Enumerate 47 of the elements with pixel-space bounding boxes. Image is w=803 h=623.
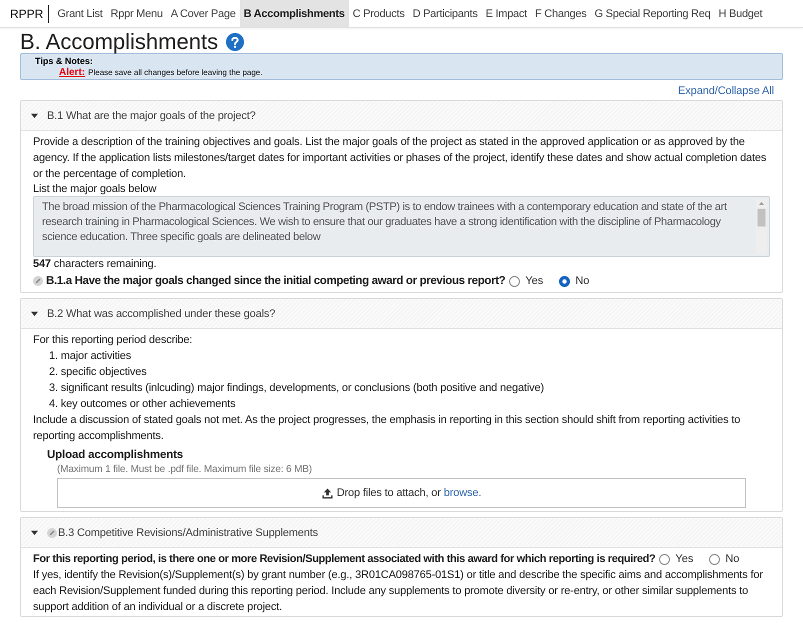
radio-icon[interactable] bbox=[509, 276, 520, 286]
body-text: Include a discussion of stated goals not met. As the project progresses, the emphasis in reporting in this section should shift from reporting activities to reporting accomplishments. bbox=[33, 413, 742, 444]
file-drop-zone[interactable]: Drop files to attach, or browse. bbox=[57, 478, 746, 508]
nav-tab[interactable]: Grant List bbox=[53, 0, 107, 27]
radio-option[interactable]: No bbox=[709, 551, 740, 567]
radio-icon[interactable] bbox=[659, 554, 670, 564]
section-header[interactable]: B.3 Competitive Revisions/Administrative Supplements bbox=[21, 518, 782, 548]
alert-link[interactable]: Alert: bbox=[59, 67, 86, 78]
body-text: If yes, identify the Revision(s)/Supplement(s) by grant number (e.g., 3R01CA098765-01S1) or title and describe the specific aims and accomplishments for each Revision/Supplement funded during this reporting period. Include any supplements to promote diversity or re-entry, or other similar supplements to support addition of an individual or a discrete project. bbox=[33, 568, 764, 615]
nav-tab[interactable]: A Cover Page bbox=[166, 0, 240, 27]
tips-heading: Tips & Notes: bbox=[35, 56, 93, 66]
nav-tab[interactable]: D Participants bbox=[408, 0, 482, 27]
nav-tab[interactable]: B Accomplishments bbox=[240, 0, 349, 27]
nav-tab[interactable]: G Special Reporting Req bbox=[590, 0, 714, 27]
question-text: B.1.a Have the major goals changed since the initial competing award or previous report? bbox=[46, 275, 506, 287]
body-text: Provide a description of the training objectives and goals. List the major goals of the project as stated in the approved application or as approved by the agency. If the application lists milestones/target dates for important activities or phases of the project, identify these dates and show actual completion dates or the percentage of completion. bbox=[33, 135, 768, 182]
radio-option[interactable]: Yes bbox=[509, 271, 544, 291]
radio-option[interactable]: Yes bbox=[659, 551, 694, 567]
app-brand[interactable]: RPPR bbox=[10, 0, 48, 27]
radio-option[interactable]: No bbox=[559, 271, 590, 291]
radio-icon[interactable] bbox=[709, 554, 720, 564]
list-item: 4. key outcomes or other achievements bbox=[49, 397, 236, 412]
upload-title: Upload accomplishments bbox=[47, 448, 184, 463]
upload-icon bbox=[322, 488, 333, 498]
drop-text: Drop files to attach, or bbox=[336, 487, 441, 499]
browse-link[interactable]: browse. bbox=[444, 487, 482, 499]
list-item: 1. major activities bbox=[49, 349, 132, 364]
radio-icon[interactable] bbox=[559, 276, 570, 286]
list-item: 3. significant results (inlcuding) major findings, developments, or conclusions (both positive and negative) bbox=[49, 381, 545, 396]
nav-tab[interactable]: H Budget bbox=[714, 0, 766, 27]
nav-tab[interactable]: F Changes bbox=[530, 0, 591, 27]
nav-tab[interactable]: E Impact bbox=[482, 0, 531, 27]
body-text: For this reporting period describe: bbox=[33, 333, 194, 348]
upload-hint: (Maximum 1 file. Must be .pdf file. Maximum file size: 6 MB) bbox=[57, 463, 313, 477]
question-text: For this reporting period, is there one or more Revision/Supplement associated with this award for which reporting is required? bbox=[33, 553, 656, 565]
section-header[interactable]: B.2 What was accomplished under these goals? bbox=[21, 299, 782, 329]
nav-tab[interactable]: C Products bbox=[348, 0, 409, 27]
page-title: B. Accomplishments bbox=[20, 31, 218, 53]
field-label: List the major goals below bbox=[33, 182, 158, 196]
nav-tab[interactable]: Rppr Menu bbox=[106, 0, 167, 27]
alert-message: Please save all changes before leaving the page. bbox=[88, 68, 262, 77]
expand-collapse-link[interactable]: Expand/Collapse All bbox=[678, 84, 774, 98]
char-count-text: 547 characters remaining. bbox=[33, 257, 158, 271]
section-header[interactable]: B.1 What are the major goals of the project? bbox=[21, 101, 782, 131]
text-area[interactable]: The broad mission of the Pharmacological Sciences Training Program (PSTP) is to endow trainees with a contemporary education and state of the art research training in Pharmacological Sciences. We wish to ensure that our graduates have a strong identification with the discipline of Pharmacology science education. Three specific goals are delineated below bbox=[33, 196, 770, 257]
list-item: 2. specific objectives bbox=[49, 365, 148, 380]
help-icon[interactable] bbox=[226, 33, 244, 51]
